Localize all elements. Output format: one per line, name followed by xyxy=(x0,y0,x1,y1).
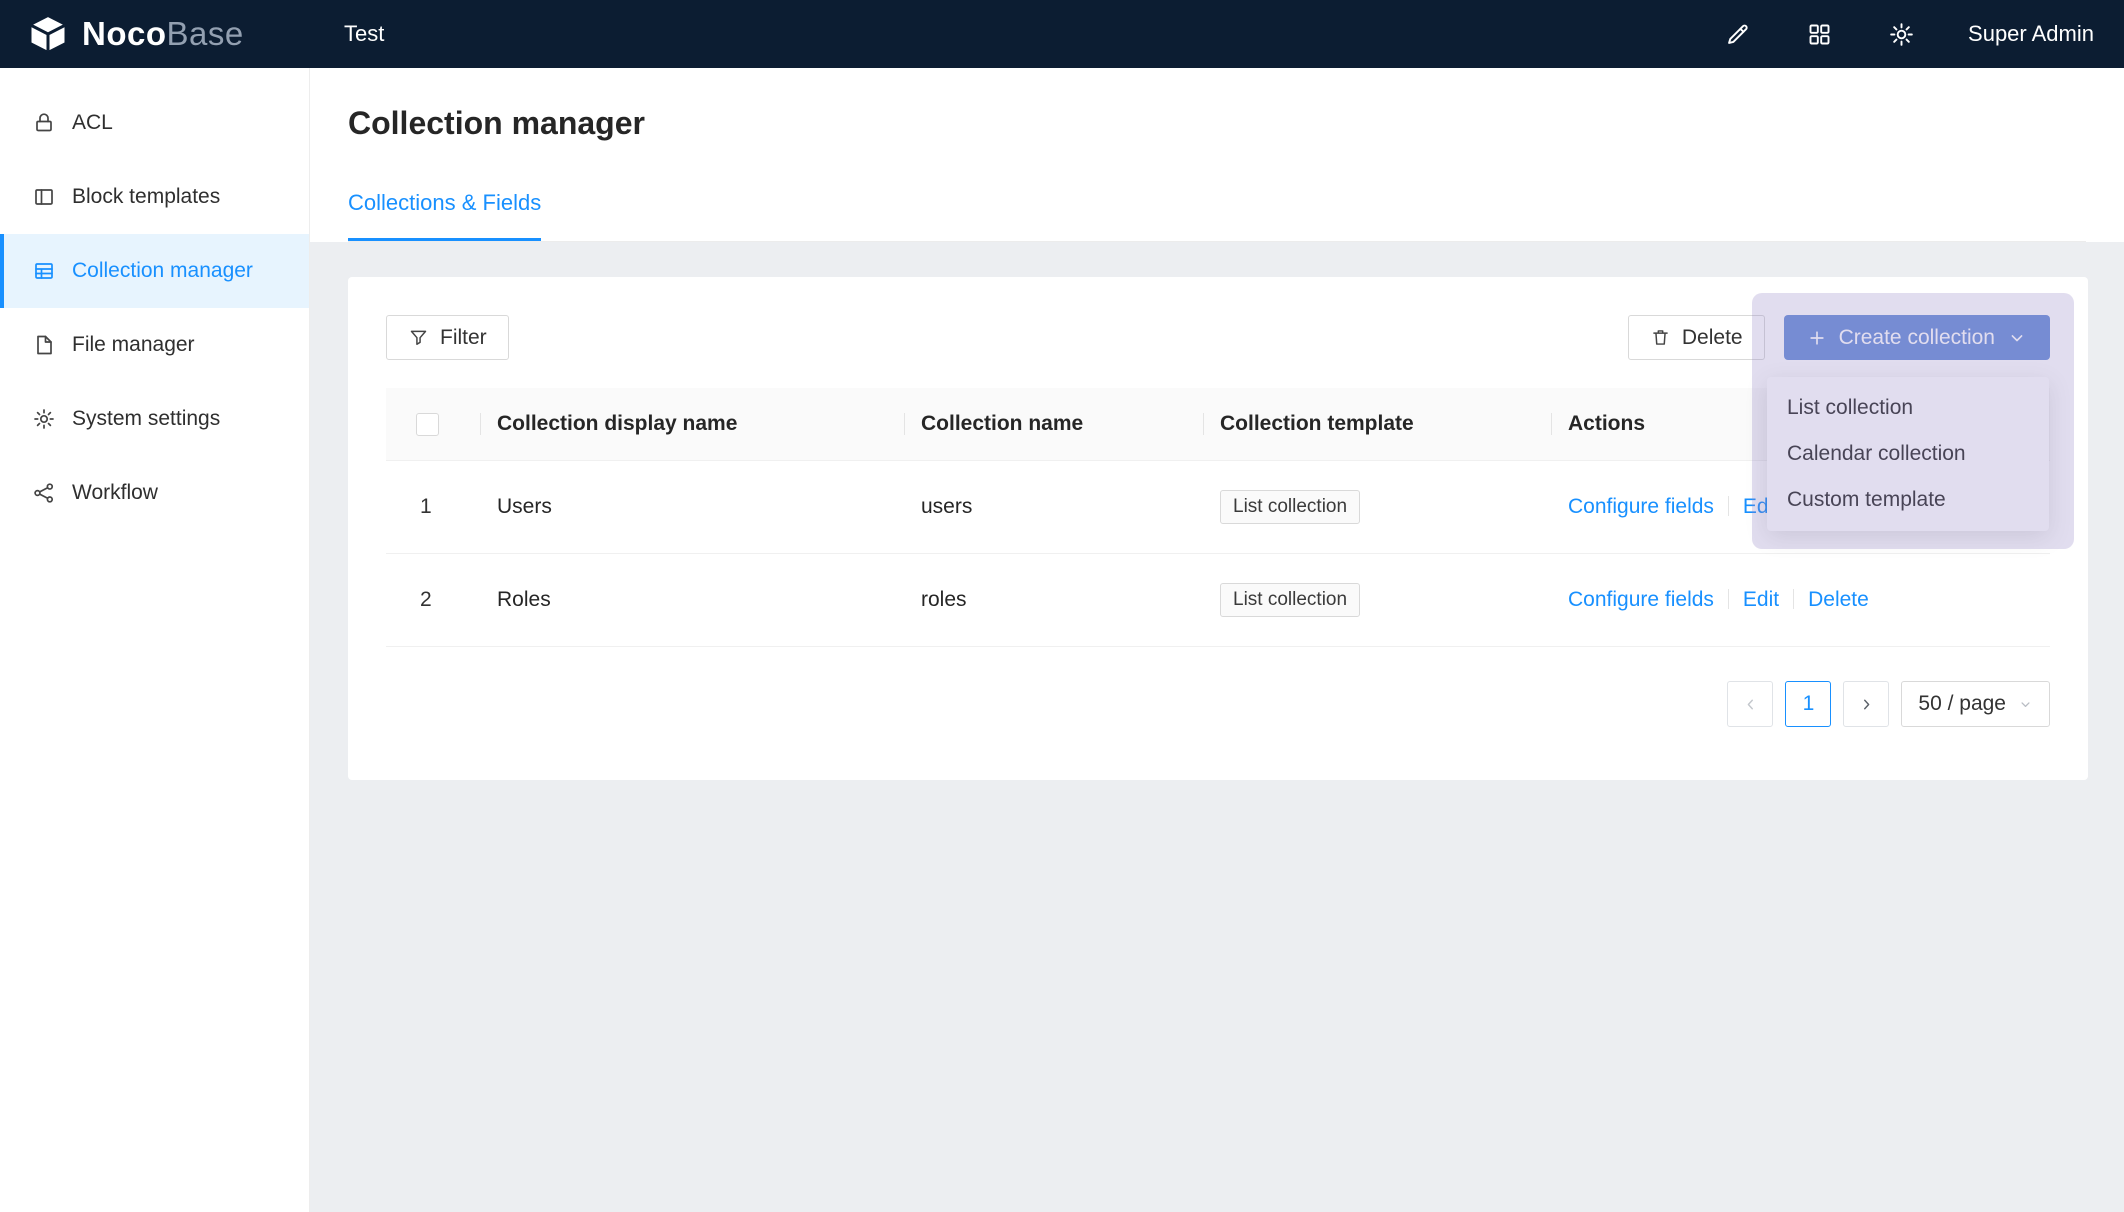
table-row: 2 Roles roles List collection Configure … xyxy=(386,554,2050,647)
sidebar-item-label: Workflow xyxy=(72,481,158,505)
gear-icon xyxy=(31,406,57,432)
page-size-value: 50 / page xyxy=(1918,692,2006,716)
action-divider xyxy=(1728,496,1729,516)
column-header-display-name: Collection display name xyxy=(481,388,905,461)
configure-fields-link[interactable]: Configure fields xyxy=(1568,588,1714,611)
action-divider xyxy=(1793,589,1794,609)
create-collection-dropdown: List collection Calendar collection Cust… xyxy=(1767,377,2049,531)
app-root: NocoBase Test Super Admin ACL xyxy=(0,0,2124,1212)
tab-collections-fields[interactable]: Collections & Fields xyxy=(348,188,541,241)
nocobase-cube-icon xyxy=(28,13,70,55)
block-layout-icon xyxy=(31,184,57,210)
page-size-select[interactable]: 50 / page xyxy=(1901,681,2050,727)
sidebar-item-system-settings[interactable]: System settings xyxy=(0,382,309,456)
cell-collection-name: users xyxy=(905,461,1204,554)
cell-collection-name: roles xyxy=(905,554,1204,647)
filter-button[interactable]: Filter xyxy=(386,315,509,360)
row-index: 2 xyxy=(386,554,481,647)
tabs: Collections & Fields xyxy=(348,188,2086,242)
top-menu: Test xyxy=(310,0,418,68)
plus-icon xyxy=(1807,328,1827,348)
create-menu-item-calendar-collection[interactable]: Calendar collection xyxy=(1767,431,2049,477)
delete-link[interactable]: Delete xyxy=(1808,588,1869,611)
cell-display-name: Users xyxy=(481,461,905,554)
chevron-down-icon xyxy=(2018,697,2033,712)
top-menu-item-test[interactable]: Test xyxy=(310,0,418,68)
sidebar-item-collection-manager[interactable]: Collection manager xyxy=(0,234,309,308)
create-collection-label: Create collection xyxy=(1839,326,1995,350)
main-area: Collection manager Collections & Fields … xyxy=(310,68,2124,1212)
column-header-template: Collection template xyxy=(1204,388,1552,461)
apps-grid-icon[interactable] xyxy=(1804,19,1834,49)
delete-button[interactable]: Delete xyxy=(1628,315,1765,360)
cell-display-name: Roles xyxy=(481,554,905,647)
delete-button-label: Delete xyxy=(1682,326,1743,350)
sidebar-item-label: Collection manager xyxy=(72,259,253,283)
page-title: Collection manager xyxy=(348,102,2086,144)
user-menu[interactable]: Super Admin xyxy=(1968,21,2094,47)
pagination-page-1[interactable]: 1 xyxy=(1785,681,1831,727)
nocobase-logo[interactable]: NocoBase xyxy=(0,13,310,55)
lock-icon xyxy=(31,110,57,136)
collection-table-icon xyxy=(31,258,57,284)
content: Filter Delete Create collection xyxy=(310,242,2124,1212)
workflow-icon xyxy=(31,480,57,506)
create-menu-item-list-collection[interactable]: List collection xyxy=(1767,385,2049,431)
page-head: Collection manager Collections & Fields xyxy=(310,68,2124,242)
card-toolbar: Filter Delete Create collection xyxy=(386,315,2050,360)
sidebar-item-file-manager[interactable]: File manager xyxy=(0,308,309,382)
logo-text-light: Base xyxy=(167,15,244,52)
sidebar-item-workflow[interactable]: Workflow xyxy=(0,456,309,530)
row-index: 1 xyxy=(386,461,481,554)
logo-text: NocoBase xyxy=(82,15,244,53)
sidebar-item-label: Block templates xyxy=(72,185,220,209)
sidebar-item-label: File manager xyxy=(72,333,195,357)
sidebar-item-block-templates[interactable]: Block templates xyxy=(0,160,309,234)
sidebar: ACL Block templates Collection manager F… xyxy=(0,68,310,1212)
toolbar-right: Delete Create collection xyxy=(1628,315,2050,360)
edit-link[interactable]: Edit xyxy=(1743,588,1779,611)
create-menu-item-custom-template[interactable]: Custom template xyxy=(1767,477,2049,523)
highlighter-icon[interactable] xyxy=(1722,19,1752,49)
pagination-prev-button[interactable] xyxy=(1727,681,1773,727)
sidebar-item-label: ACL xyxy=(72,111,113,135)
topbar-right: Super Admin xyxy=(1722,19,2124,49)
trash-icon xyxy=(1650,327,1671,348)
select-all-checkbox[interactable] xyxy=(416,413,439,436)
sidebar-item-acl[interactable]: ACL xyxy=(0,86,309,160)
filter-icon xyxy=(408,327,429,348)
template-tag: List collection xyxy=(1220,490,1360,524)
logo-text-bold: Noco xyxy=(82,15,167,52)
chevron-right-icon xyxy=(1858,696,1875,713)
body-row: ACL Block templates Collection manager F… xyxy=(0,68,2124,1212)
column-header-collection-name: Collection name xyxy=(905,388,1204,461)
template-tag: List collection xyxy=(1220,583,1360,617)
action-divider xyxy=(1728,589,1729,609)
chevron-left-icon xyxy=(1742,696,1759,713)
pagination: 1 50 / page xyxy=(386,681,2050,727)
settings-gear-icon[interactable] xyxy=(1886,19,1916,49)
collections-card: Filter Delete Create collection xyxy=(348,277,2088,780)
filter-button-label: Filter xyxy=(440,326,487,350)
sidebar-item-label: System settings xyxy=(72,407,220,431)
configure-fields-link[interactable]: Configure fields xyxy=(1568,495,1714,518)
chevron-down-icon xyxy=(2007,328,2027,348)
create-collection-button[interactable]: Create collection xyxy=(1784,315,2050,360)
pagination-next-button[interactable] xyxy=(1843,681,1889,727)
topbar: NocoBase Test Super Admin xyxy=(0,0,2124,68)
file-icon xyxy=(31,332,57,358)
